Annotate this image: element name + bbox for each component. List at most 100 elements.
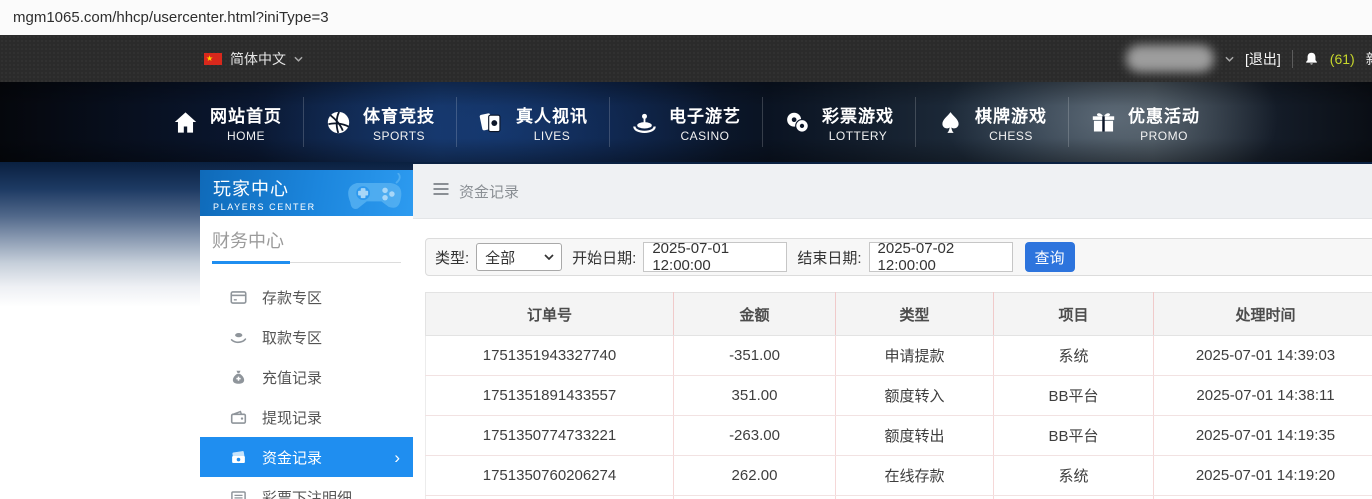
table-body: 1751351943327740 -351.00 申请提款 系统 2025-07-01 … — [425, 335, 1372, 499]
user-area: [退出] (61) 新消息 — [1126, 35, 1372, 82]
username-redacted[interactable] — [1126, 45, 1214, 72]
sidebar-item-label: 彩票下注明细 — [262, 489, 353, 499]
sidebar-item-5[interactable]: 彩票下注明细 — [200, 477, 413, 499]
spade-icon — [937, 109, 964, 136]
sidebar-item-3[interactable]: 提现记录 — [200, 397, 413, 437]
col-header-0: 订单号 — [425, 292, 674, 336]
content-area: 玩家中心 PLAYERS CENTER 财务中心 存款专区 取款专区 充值记录 提现 — [0, 162, 1372, 499]
search-button[interactable]: 查询 — [1024, 242, 1075, 272]
cell: 1751350760206274 — [425, 455, 674, 496]
nav-item-lives[interactable]: 真人视讯 LIVES — [456, 97, 609, 147]
cell: 2025-07-01 14:19:20 — [1153, 455, 1372, 496]
chevron-down-icon[interactable] — [1225, 56, 1234, 62]
sidebar-header: 玩家中心 PLAYERS CENTER — [200, 170, 413, 216]
col-header-4: 处理时间 — [1153, 292, 1372, 336]
sidebar-section-header: 财务中心 — [212, 216, 401, 264]
cell: 额度转出 — [835, 415, 994, 456]
browser-url-bar[interactable]: mgm1065.com/hhcp/usercenter.html?iniType… — [0, 0, 1372, 35]
cell: BB平台 — [993, 375, 1154, 416]
cell: 2025-07-01 14:38:11 — [1153, 375, 1372, 416]
nav-item-casino[interactable]: 电子游艺 CASINO — [609, 97, 762, 147]
logout-link[interactable]: [退出] — [1245, 49, 1281, 69]
nav-label-zh: 真人视讯 — [516, 106, 588, 126]
cell: 1751351943327740 — [425, 335, 674, 376]
sidebar-item-1[interactable]: 取款专区 — [200, 317, 413, 357]
roulette-icon — [631, 109, 658, 136]
breadcrumb: 资金记录 — [413, 164, 1372, 219]
filter-bar: 类型: 全部 开始日期: 2025-07-01 12:00:00 结束日期: 2… — [425, 238, 1372, 276]
cell: 系统 — [993, 455, 1154, 496]
sidebar-item-0[interactable]: 存款专区 — [200, 277, 413, 317]
sidebar-item-label: 取款专区 — [262, 329, 323, 347]
nav-label-zh: 电子游艺 — [669, 106, 741, 126]
cell: 262.00 — [673, 455, 836, 496]
divider — [1291, 49, 1293, 68]
sidebar-item-label: 资金记录 — [262, 449, 323, 467]
sidebar-item-label: 充值记录 — [262, 369, 323, 387]
table-row: 1751351891433557 351.00 额度转入 BB平台 2025-07-01… — [425, 375, 1372, 416]
nav-item-chess[interactable]: 棋牌游戏 CHESS — [915, 97, 1068, 147]
cell: 2025-07-01 14:39:03 — [1153, 335, 1372, 376]
table-row: 1751350774733221 -263.00 额度转出 BB平台 2025-07-0… — [425, 415, 1372, 456]
gift-icon — [1090, 109, 1117, 136]
nav-label-en: SPORTS — [372, 128, 426, 143]
end-date-label: 结束日期: — [797, 249, 862, 267]
main-nav: 网站首页 HOME 体育竞技 SPORTS 真人视讯 LIVES 电子游艺 CASINO 彩票游… — [0, 82, 1372, 162]
top-utility-bar: ★ 简体中文 [退出] (61) 新消息 — [0, 35, 1372, 82]
sidebar-item-4[interactable]: 资金记录 › — [200, 437, 413, 477]
cell: 申请提款 — [835, 335, 994, 376]
nav-item-lottery[interactable]: 彩票游戏 LOTTERY — [762, 97, 915, 147]
chevron-down-icon — [544, 254, 554, 260]
type-select-value: 全部 — [485, 249, 516, 267]
nav-label-en: CHESS — [989, 128, 1033, 143]
language-selector[interactable]: ★ 简体中文 — [204, 35, 303, 82]
language-label: 简体中文 — [230, 50, 286, 67]
table-row-partial — [425, 495, 1372, 499]
message-count[interactable]: (61) — [1330, 51, 1355, 67]
message-label[interactable]: 新消息 — [1366, 49, 1372, 69]
nav-item-promo[interactable]: 优惠活动 PROMO — [1068, 97, 1221, 147]
type-select[interactable]: 全部 — [476, 243, 563, 271]
lottery-balls-icon — [784, 109, 811, 136]
nav-label-zh: 网站首页 — [210, 106, 282, 126]
cards-icon — [478, 109, 505, 136]
col-header-1: 金额 — [673, 292, 836, 336]
col-header-2: 类型 — [835, 292, 994, 336]
sports-ball-icon — [325, 109, 352, 136]
cell: 2025-07-01 14:19:35 — [1153, 415, 1372, 456]
gamepad-icon — [343, 172, 407, 213]
nav-label-zh: 彩票游戏 — [822, 106, 894, 126]
chevron-down-icon — [294, 56, 303, 62]
records-table: 订单号 金额 类型 项目 处理时间 1751351943327740 -351.00 申请提… — [425, 292, 1372, 499]
nav-label-en: HOME — [227, 128, 265, 143]
table-row: 1751350760206274 262.00 在线存款 系统 2025-07-01 1… — [425, 455, 1372, 496]
breadcrumb-label: 资金记录 — [459, 183, 520, 201]
cell: 系统 — [993, 335, 1154, 376]
nav-item-home[interactable]: 网站首页 HOME — [151, 97, 303, 147]
nav-label-zh: 优惠活动 — [1128, 106, 1200, 126]
nav-label-en: LIVES — [533, 128, 571, 143]
cell: 额度转入 — [835, 375, 994, 416]
cell: 在线存款 — [835, 455, 994, 496]
end-date-input[interactable]: 2025-07-02 12:00:00 — [868, 240, 1013, 274]
cell: 1751350774733221 — [425, 415, 674, 456]
cell: 1751351891433557 — [425, 375, 674, 416]
page: mgm1065.com/hhcp/usercenter.html?iniType… — [0, 0, 1372, 499]
notification-bell-icon[interactable] — [1304, 51, 1319, 67]
nav-label-en: LOTTERY — [828, 128, 888, 143]
withdraw-hand-icon — [230, 329, 247, 346]
deposit-card-icon — [230, 289, 247, 306]
sidebar-item-label: 提现记录 — [262, 409, 323, 427]
sidebar-item-2[interactable]: 充值记录 — [200, 357, 413, 397]
nav-item-sports[interactable]: 体育竞技 SPORTS — [303, 97, 456, 147]
cell: -351.00 — [673, 335, 836, 376]
nav-label-zh: 体育竞技 — [363, 106, 435, 126]
start-date-input[interactable]: 2025-07-01 12:00:00 — [643, 240, 788, 274]
type-label: 类型: — [435, 249, 470, 267]
nav-label-en: PROMO — [1140, 128, 1188, 143]
table-header-row: 订单号 金额 类型 项目 处理时间 — [425, 292, 1372, 336]
menu-icon — [433, 182, 450, 200]
url-text: mgm1065.com/hhcp/usercenter.html?iniType… — [13, 9, 329, 26]
sidebar: 玩家中心 PLAYERS CENTER 财务中心 存款专区 取款专区 充值记录 提现 — [200, 170, 413, 499]
start-date-value: 2025-07-01 12:00:00 — [652, 240, 730, 274]
